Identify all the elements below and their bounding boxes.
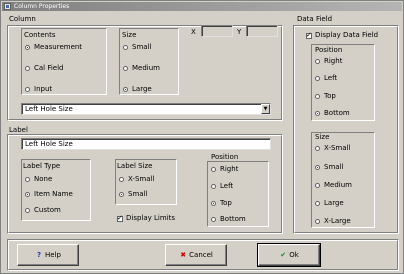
radio-icon [123, 45, 128, 50]
radio-icon [211, 201, 216, 206]
radio-icon [119, 192, 124, 197]
radio-icon [211, 217, 216, 222]
chevron-down-icon[interactable]: ▼ [261, 104, 270, 114]
display-limits-checkbox[interactable]: Display Limits [117, 214, 175, 223]
label-position-option-left[interactable]: Left [211, 182, 233, 191]
label-position-option-bottom[interactable]: Bottom [211, 215, 246, 224]
label-type-option-none[interactable]: None [25, 175, 52, 184]
size-option-small[interactable]: Small [123, 43, 151, 52]
data-field-position-option-right[interactable]: Right [315, 57, 342, 66]
data-field-size-option-large[interactable]: Large [315, 199, 344, 208]
data-field-size-option-x-large[interactable]: X-Large [315, 217, 351, 226]
radio-icon [315, 94, 320, 99]
radio-icon [123, 87, 128, 92]
radio-icon [315, 76, 320, 81]
help-icon: ? [36, 251, 42, 259]
radio-icon [25, 177, 30, 182]
ok-icon: ✔ [280, 251, 287, 259]
radio-icon [315, 219, 320, 224]
label-type-label: Label Type [23, 162, 61, 170]
contents-label: Contents [24, 31, 56, 39]
data-field-group-label: Data Field [297, 15, 333, 23]
radio-icon [123, 66, 128, 71]
column-group-label: Column [9, 15, 36, 23]
label-text-field[interactable]: Left Hole Size [21, 138, 271, 150]
column-field-select-value: Left Hole Size [25, 105, 73, 113]
radio-icon [315, 183, 320, 188]
data-field-position-option-left[interactable]: Left [315, 74, 337, 83]
label-type-option-custom[interactable]: Custom [25, 206, 61, 215]
radio-icon [315, 111, 320, 116]
cancel-icon: ✖ [180, 251, 187, 259]
radio-icon [315, 165, 320, 170]
label-type-option-item-name[interactable]: Item Name [25, 190, 73, 199]
data-field-position-option-top[interactable]: Top [315, 92, 336, 101]
data-field-position-option-bottom[interactable]: Bottom [315, 109, 350, 118]
app-icon [4, 3, 11, 10]
radio-icon [315, 146, 320, 151]
radio-icon [119, 177, 124, 182]
x-label: X [191, 28, 196, 36]
size-option-large[interactable]: Large [123, 85, 152, 94]
size-option-medium[interactable]: Medium [123, 64, 160, 73]
radio-icon [25, 66, 30, 71]
contents-option-cal-field[interactable]: Cal Field [25, 64, 64, 73]
help-button[interactable]: ? Help [17, 244, 79, 266]
data-field-size-label: Size [315, 133, 330, 141]
label-size-label: Label Size [117, 162, 153, 170]
contents-option-measurement[interactable]: Measurement [25, 43, 82, 52]
radio-icon [315, 201, 320, 206]
cancel-button-label: Cancel [189, 251, 213, 259]
radio-icon [25, 45, 30, 50]
radio-icon [25, 192, 30, 197]
ok-button-label: Ok [289, 251, 299, 259]
y-label: Y [237, 28, 242, 36]
checkbox-icon [306, 31, 312, 40]
data-field-size-option-x-small[interactable]: X-Small [315, 144, 350, 153]
y-field[interactable] [246, 25, 278, 37]
label-size-option-small[interactable]: Small [119, 190, 147, 199]
radio-icon [211, 167, 216, 172]
radio-icon [25, 87, 30, 92]
label-size-option-x-small[interactable]: X-Small [119, 175, 154, 184]
window-title: Column Properties [14, 3, 70, 10]
checkbox-icon [117, 214, 123, 223]
display-data-field-checkbox[interactable]: Display Data Field [306, 31, 378, 40]
cancel-button[interactable]: ✖ Cancel [165, 244, 227, 266]
column-field-select[interactable]: Left Hole Size ▼ [21, 103, 271, 115]
x-field[interactable] [201, 25, 233, 37]
ok-button[interactable]: ✔ Ok [257, 243, 321, 267]
data-field-position-label: Position [315, 46, 343, 54]
radio-icon [211, 184, 216, 189]
size-label: Size [122, 31, 137, 39]
radio-icon [25, 208, 30, 213]
label-position-option-top[interactable]: Top [211, 199, 232, 208]
data-field-size-option-medium[interactable]: Medium [315, 181, 352, 190]
column-properties-dialog: Column Properties Column Contents Measur… [0, 0, 404, 274]
title-bar: Column Properties [2, 2, 402, 11]
data-field-size-option-small[interactable]: Small [315, 163, 343, 172]
radio-icon [315, 59, 320, 64]
contents-option-input[interactable]: Input [25, 85, 52, 94]
help-button-label: Help [45, 251, 61, 259]
label-position-option-right[interactable]: Right [211, 165, 238, 174]
